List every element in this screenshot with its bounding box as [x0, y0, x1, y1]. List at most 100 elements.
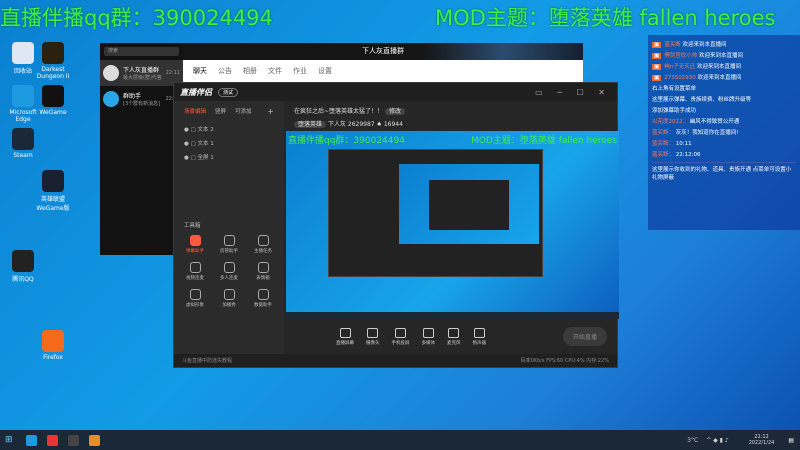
tab-chat[interactable]: 聊天 [193, 66, 207, 76]
tool-item[interactable]: 主播任务 [246, 235, 280, 254]
clock[interactable]: 22:12 2022/1/24 [749, 434, 775, 446]
avatar [103, 91, 119, 107]
add-scene-button[interactable]: + [267, 107, 274, 116]
start-stream-button[interactable]: 开始直播 [562, 327, 607, 346]
control-button[interactable]: 扬声器 [472, 328, 487, 346]
room-label: 下人灰 [327, 121, 346, 128]
desktop-icon-label: Darkest Dungeon II [36, 66, 70, 80]
tool-label: 多人连麦 [220, 276, 238, 281]
window-controls[interactable]: ▭ ─ ☐ ✕ [535, 88, 611, 97]
desktop-icon[interactable]: WeGame [35, 85, 71, 116]
tool-item[interactable]: 视频连麦 [178, 262, 212, 281]
control-icon [422, 328, 434, 338]
avatar [103, 65, 119, 81]
tray-icons[interactable]: ^ ◆ ▮ ♪ [706, 437, 729, 444]
chat-notice: 添加弹幕助手成功 [652, 108, 697, 114]
desktop-icon-label: 英雄联盟WeGame版 [36, 196, 70, 212]
tab-addable[interactable]: 可添加 [235, 107, 252, 116]
tab-scene-edit[interactable]: 场景编辑 [184, 107, 206, 116]
desktop-icon-label: 腾讯QQ [12, 276, 34, 283]
chat-notice: 右上角有设置菜单 [652, 86, 697, 92]
category-button[interactable]: 堕落英雄 [294, 121, 327, 128]
tool-item[interactable]: 弹幕助手 [178, 235, 212, 254]
tool-label: 加播秀 [222, 303, 236, 308]
desktop-icon-label: Firefox [43, 354, 63, 361]
room-id: 2629987 [347, 121, 375, 128]
status-tip[interactable]: 斗鱼直播中防迷失教程 [182, 357, 232, 364]
control-label: 扬声器 [472, 341, 487, 346]
tool-label: 虚拟形象 [186, 303, 204, 308]
desktop-icon[interactable]: Steam [5, 128, 41, 159]
desktop-icon[interactable]: Darkest Dungeon II [35, 42, 71, 80]
weather[interactable]: 3°C [687, 437, 698, 444]
chat-message: ▣ 纯n子无天迁 欢迎来到本直播间 [652, 64, 741, 70]
chat-message: 以花度2012： 幽风不得致赞公开通 [652, 119, 740, 125]
danmaku-panel: ▣ 蓝买断 欢迎来到本直播间 ▣ 傅剑宫纹小帅 欢迎来到本直播间 ▣ 纯n子无天迁 欢迎来… [648, 35, 800, 230]
desktop-icon-label: Steam [13, 152, 33, 159]
desktop-icon[interactable]: Firefox [35, 330, 71, 361]
control-label: 麦克风 [447, 341, 461, 346]
qq-title: 下人灰直播群 [183, 43, 583, 60]
desktop-icon-label: 回收站 [13, 68, 32, 75]
app-icon[interactable] [47, 434, 58, 446]
chat-notice: 这里展示弹幕、贵族续费、粉丝牌升级等 [652, 97, 752, 103]
tool-label: 弹幕助手 [186, 249, 204, 254]
layer-item[interactable]: ● ▢ 文本 1 [174, 136, 284, 150]
app-icon [42, 85, 64, 107]
control-button[interactable]: 手机投屏 [392, 328, 410, 346]
tool-label: 主播任务 [254, 249, 272, 254]
tab-files[interactable]: 文件 [268, 66, 282, 76]
desktop-icon[interactable]: 英雄联盟WeGame版 [35, 170, 71, 212]
tab-vertical[interactable]: 竖屏 [215, 107, 226, 116]
like-count: 16944 [383, 121, 403, 128]
tool-label: 视频连麦 [186, 276, 204, 281]
app-icon[interactable] [68, 434, 79, 446]
control-button[interactable]: 直播屏幕 [336, 328, 354, 346]
tool-label: 房管助手 [220, 249, 238, 254]
app-icon [12, 128, 34, 150]
chat-message: 蓝买断： 22:12:06 [652, 152, 701, 158]
layer-item[interactable]: ● ▢ 全屏 1 [174, 150, 284, 164]
layer-item[interactable]: ● ▢ 文本 2 [174, 122, 284, 136]
conversation-item[interactable]: 下人灰直播群 最大层级(群)代答 22:11 [100, 60, 183, 86]
notification-icon[interactable]: ▤ [788, 437, 794, 444]
control-label: 直播屏幕 [336, 341, 354, 346]
tool-item[interactable]: 房管助手 [212, 235, 246, 254]
tool-label: 数据助手 [254, 303, 272, 308]
app-icon [42, 170, 64, 192]
tab-album[interactable]: 相册 [243, 66, 257, 76]
tool-item[interactable]: 多人连麦 [212, 262, 246, 281]
control-icon [473, 328, 485, 338]
tool-item[interactable]: 表情箱 [246, 262, 280, 281]
streaming-app-window: 直播伴侣 测试 ▭ ─ ☐ ✕ 场景编辑 竖屏 可添加 + ● ▢ 文本 2 ● ▢ … [173, 82, 619, 368]
control-label: 多媒体 [421, 341, 436, 346]
control-icon [395, 328, 406, 338]
chat-message: ▣ 傅剑宫纹小帅 欢迎来到本直播间 [652, 53, 743, 59]
control-button[interactable]: 摄像头 [366, 328, 380, 346]
desktop-icon[interactable]: 腾讯QQ [5, 250, 41, 283]
tab-homework[interactable]: 作业 [293, 66, 307, 76]
edit-title-button[interactable]: 修改 [384, 108, 405, 115]
control-button[interactable]: 麦克风 [447, 328, 461, 346]
level-icon: ▣ [652, 42, 662, 48]
conversation-preview: 最大层级(群)代答 [123, 75, 162, 81]
taskbar: ⊞ 3°C ^ ◆ ▮ ♪ 22:12 2022/1/24 ▤ [0, 430, 800, 450]
qq-search-input[interactable]: 搜索 [104, 47, 179, 56]
tool-icon [189, 289, 201, 300]
start-icon[interactable]: ⊞ [5, 435, 16, 446]
conversation-item[interactable]: 群助手[3个群有新消息]22:07 [100, 86, 183, 112]
tab-notice[interactable]: 公告 [218, 66, 232, 76]
chat-message: 蓝买断： 10:11 [652, 141, 692, 147]
tool-item[interactable]: 虚拟形象 [178, 289, 212, 308]
overlay-qq-group: 直播伴播qq群：390024494 [0, 6, 273, 30]
tool-label: 表情箱 [256, 276, 270, 281]
app-logo: 直播伴侣 [180, 87, 212, 97]
tab-settings[interactable]: 设置 [318, 66, 332, 76]
control-button[interactable]: 多媒体 [421, 328, 436, 346]
app-icon[interactable] [89, 434, 100, 446]
test-badge[interactable]: 测试 [218, 87, 239, 97]
tool-item[interactable]: 加播秀 [212, 289, 246, 308]
tool-item[interactable]: 数据助手 [246, 289, 280, 308]
control-label: 摄像头 [366, 341, 380, 346]
edge-icon[interactable] [26, 434, 37, 446]
